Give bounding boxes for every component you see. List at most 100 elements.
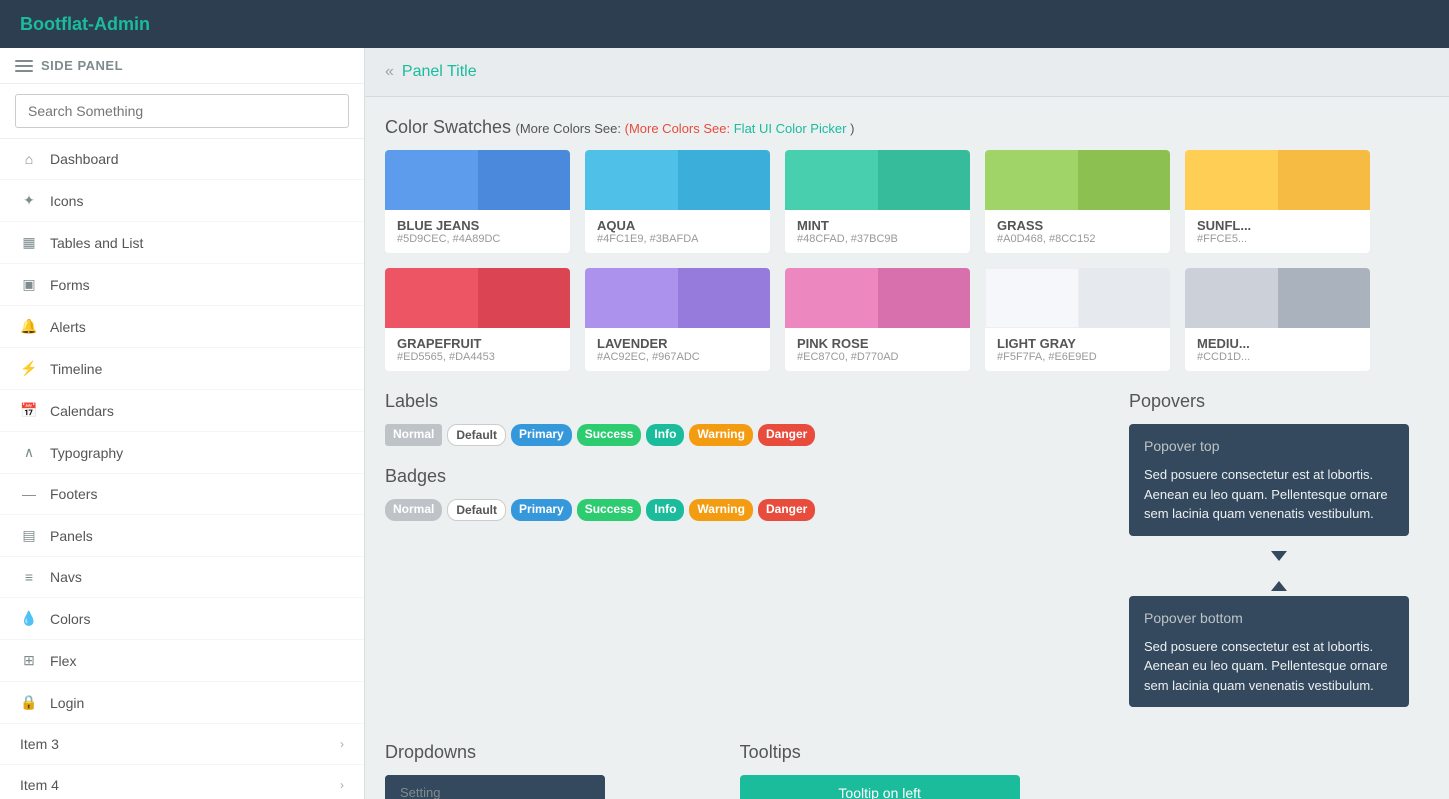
sidebar-item-label: Timeline xyxy=(50,361,102,377)
badge-default: Default xyxy=(447,499,506,521)
label-info: Info xyxy=(646,424,684,446)
color-swatches-section: Color Swatches (More Colors See: (More C… xyxy=(385,117,1429,371)
badge-normal: Normal xyxy=(385,499,442,521)
tooltip-btn-left[interactable]: Tooltip on left xyxy=(740,775,1020,799)
panel-title: Panel Title xyxy=(402,63,477,81)
sidebar-header: SIDE PANEL xyxy=(0,48,364,84)
navs-icon: ≡ xyxy=(20,569,38,585)
grid-icon: ⊞ xyxy=(20,652,38,669)
panels-icon: ▤ xyxy=(20,527,38,544)
sidebar-item-item4[interactable]: Item 4 › xyxy=(0,765,364,799)
picker-link[interactable]: Flat UI Color Picker xyxy=(734,121,847,136)
empty-col xyxy=(1094,742,1429,799)
sidebar-item-label: Forms xyxy=(50,277,90,293)
sidebar-item-calendars[interactable]: 📅 Calendars xyxy=(0,390,364,432)
sidebar-item-flex[interactable]: ⊞ Flex xyxy=(0,640,364,682)
sidebar-item-footers[interactable]: — Footers xyxy=(0,474,364,515)
sidebar-item-label: Dashboard xyxy=(50,151,119,167)
labels-badges-col: Labels Normal Default Primary Success In… xyxy=(385,391,1109,722)
sidebar-item-label: Item 3 xyxy=(20,736,59,752)
popover-top-arrow xyxy=(1271,551,1287,561)
popover-bottom-content: Sed posuere consectetur est at lobortis.… xyxy=(1144,637,1394,696)
sidebar-item-panels[interactable]: ▤ Panels xyxy=(0,515,364,557)
dropdown-header: Setting xyxy=(385,775,605,799)
label-warning: Warning xyxy=(689,424,753,446)
sidebar: SIDE PANEL ⌂ Dashboard ✦ Icons ▦ Tables … xyxy=(0,48,365,799)
swatches-row-1: BLUE JEANS #5D9CEC, #4A89DC AQUA #4FC1E9… xyxy=(385,150,1429,253)
label-danger: Danger xyxy=(758,424,815,446)
sidebar-item-timeline[interactable]: ⚡ Timeline xyxy=(0,348,364,390)
sidebar-item-item3[interactable]: Item 3 › xyxy=(0,724,364,765)
more-colors-label: (More Colors See: xyxy=(625,121,730,136)
sidebar-item-label: Flex xyxy=(50,653,76,669)
sidebar-item-label: Tables and List xyxy=(50,235,143,251)
sidebar-item-label: Login xyxy=(50,695,84,711)
swatch-mint: MINT #48CFAD, #37BC9B xyxy=(785,150,970,253)
popover-bottom-arrow xyxy=(1271,581,1287,591)
sidebar-item-typography[interactable]: ∧ Typography xyxy=(0,432,364,474)
sidebar-item-navs[interactable]: ≡ Navs xyxy=(0,557,364,598)
chevron-right-icon: › xyxy=(340,778,344,792)
dropdowns-title: Dropdowns xyxy=(385,742,720,763)
tooltips-section: Tooltips Tooltip on left Tooltip on top … xyxy=(740,742,1075,799)
form-icon: ▣ xyxy=(20,276,38,293)
sidebar-item-label: Footers xyxy=(50,486,97,502)
labels-row: Normal Default Primary Success Info Warn… xyxy=(385,424,1109,446)
badge-success: Success xyxy=(577,499,642,521)
app-title: Bootflat-Admin xyxy=(20,14,150,35)
badges-section: Badges Normal Default Primary Success In… xyxy=(385,466,1109,521)
sidebar-item-label: Calendars xyxy=(50,403,114,419)
sidebar-item-tables-list[interactable]: ▦ Tables and List xyxy=(0,222,364,264)
tooltips-title: Tooltips xyxy=(740,742,1075,763)
search-input[interactable] xyxy=(15,94,349,128)
swatches-subtitle: (More Colors See: (More Colors See: Flat… xyxy=(516,121,855,136)
dropdowns-section: Dropdowns Setting Action Another action … xyxy=(385,742,720,799)
labels-section: Labels Normal Default Primary Success In… xyxy=(385,391,1109,446)
dropdown-menu: Setting Action Another action Something … xyxy=(385,775,605,799)
table-icon: ▦ xyxy=(20,234,38,251)
sidebar-item-icons[interactable]: ✦ Icons xyxy=(0,180,364,222)
panel-header: « Panel Title xyxy=(365,48,1449,97)
house-icon: ⌂ xyxy=(20,151,38,167)
sidebar-item-label: Typography xyxy=(50,445,123,461)
sidebar-item-label: Panels xyxy=(50,528,93,544)
popovers-col: Popovers Popover top Sed posuere consect… xyxy=(1129,391,1429,722)
swatches-row-2: GRAPEFRUIT #ED5565, #DA4453 LAVENDER #AC… xyxy=(385,268,1429,371)
tooltip-buttons: Tooltip on left Tooltip on top Tooltip o… xyxy=(740,775,1075,799)
main-layout: SIDE PANEL ⌂ Dashboard ✦ Icons ▦ Tables … xyxy=(0,48,1449,799)
sidebar-item-label: Item 4 xyxy=(20,777,59,793)
minus-icon: — xyxy=(20,486,38,502)
sidebar-item-label: Icons xyxy=(50,193,83,209)
badges-row: Normal Default Primary Success Info Warn… xyxy=(385,499,1109,521)
gear-icon: ✦ xyxy=(20,192,38,209)
popover-bottom-title: Popover bottom xyxy=(1144,608,1394,629)
swatch-grass: GRASS #A0D468, #8CC152 xyxy=(985,150,1170,253)
swatch-light-gray: LIGHT GRAY #F5F7FA, #E6E9ED xyxy=(985,268,1170,371)
back-icon[interactable]: « xyxy=(385,63,394,81)
bell-icon: 🔔 xyxy=(20,318,38,335)
drop-icon: 💧 xyxy=(20,610,38,627)
sidebar-item-alerts[interactable]: 🔔 Alerts xyxy=(0,306,364,348)
label-normal: Normal xyxy=(385,424,442,446)
swatches-heading: Color Swatches (More Colors See: (More C… xyxy=(385,117,1429,138)
sidebar-item-colors[interactable]: 💧 Colors xyxy=(0,598,364,640)
badges-title: Badges xyxy=(385,466,1109,487)
typography-icon: ∧ xyxy=(20,444,38,461)
swatch-sunfl: SUNFL... #FFCE5... xyxy=(1185,150,1370,253)
dropdowns-tooltips-section: Dropdowns Setting Action Another action … xyxy=(385,742,1429,799)
popover-top-content: Sed posuere consectetur est at lobortis.… xyxy=(1144,465,1394,524)
content-area: « Panel Title Color Swatches (More Color… xyxy=(365,48,1449,799)
swatch-pink-rose: PINK ROSE #EC87C0, #D770AD xyxy=(785,268,970,371)
sidebar-item-forms[interactable]: ▣ Forms xyxy=(0,264,364,306)
popovers-title: Popovers xyxy=(1129,391,1429,412)
sidebar-item-login[interactable]: 🔒 Login xyxy=(0,682,364,724)
badge-danger: Danger xyxy=(758,499,815,521)
sidebar-item-dashboard[interactable]: ⌂ Dashboard xyxy=(0,139,364,180)
popover-top: Popover top Sed posuere consectetur est … xyxy=(1129,424,1409,536)
swatch-aqua: AQUA #4FC1E9, #3BAFDA xyxy=(585,150,770,253)
badge-warning: Warning xyxy=(689,499,753,521)
swatch-medium-gray: MEDIU... #CCD1D... xyxy=(1185,268,1370,371)
swatches-title: Color Swatches xyxy=(385,117,511,137)
hamburger-icon[interactable] xyxy=(15,60,33,72)
labels-title: Labels xyxy=(385,391,1109,412)
